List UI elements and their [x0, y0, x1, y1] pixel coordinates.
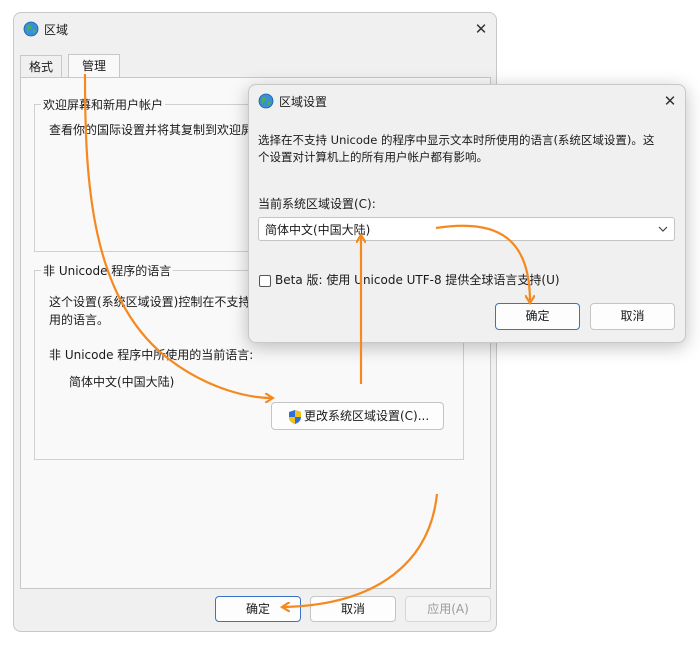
dialog-cancel-button[interactable]: 取消 — [590, 303, 675, 330]
dialog-title: 区域设置 — [279, 95, 328, 109]
change-system-locale-button[interactable]: 更改系统区域设置(C)... — [271, 402, 444, 430]
dialog-description-line1: 选择在不支持 Unicode 的程序中显示文本时所使用的语言(系统区域设置)。这 — [258, 133, 655, 147]
change-button-label: 更改系统区域设置(C)... — [304, 409, 430, 423]
nonunicode-description-line2: 用的语言。 — [49, 313, 110, 327]
ok-label: 确定 — [245, 602, 270, 616]
dialog-description-line2: 个设置对计算机上的所有用户帐户都有影响。 — [258, 150, 488, 164]
ok-button[interactable]: 确定 — [215, 596, 301, 622]
dialog-ok-label: 确定 — [525, 309, 550, 323]
tab-format[interactable]: 格式 — [20, 55, 62, 77]
globe-icon — [258, 93, 274, 112]
close-icon[interactable]: ✕ — [655, 89, 685, 113]
apply-button: 应用(A) — [405, 596, 491, 622]
tab-label: 管理 — [81, 59, 106, 73]
current-language-label: 非 Unicode 程序中所使用的当前语言: — [49, 348, 254, 362]
dialog-titlebar: 区域设置 ✕ — [249, 85, 685, 117]
globe-icon — [23, 21, 39, 40]
beta-utf8-checkbox[interactable] — [259, 275, 271, 287]
shield-icon — [288, 408, 302, 434]
apply-label: 应用(A) — [427, 602, 469, 616]
window-title: 区域 — [44, 23, 69, 37]
dialog-cancel-label: 取消 — [620, 309, 645, 323]
cancel-label: 取消 — [340, 602, 365, 616]
chevron-down-icon — [656, 220, 670, 241]
locale-label: 当前系统区域设置(C): — [258, 197, 376, 211]
region-settings-dialog: 区域设置 ✕ 选择在不支持 Unicode 的程序中显示文本时所使用的语言(系统… — [248, 84, 686, 343]
nonunicode-description-line1: 这个设置(系统区域设置)控制在不支持 — [49, 295, 251, 309]
close-icon[interactable]: ✕ — [466, 17, 496, 41]
cancel-button[interactable]: 取消 — [310, 596, 396, 622]
region-titlebar: 区域 ✕ — [14, 13, 496, 45]
locale-select-value: 简体中文(中国大陆) — [265, 223, 371, 237]
group-title: 欢迎屏幕和新用户帐户 — [41, 96, 166, 113]
group-title: 非 Unicode 程序的语言 — [41, 262, 174, 279]
current-language-value: 简体中文(中国大陆) — [69, 375, 175, 389]
locale-select[interactable]: 简体中文(中国大陆) — [258, 217, 675, 241]
dialog-ok-button[interactable]: 确定 — [495, 303, 580, 330]
tab-label: 格式 — [28, 60, 53, 74]
tab-admin[interactable]: 管理 — [68, 54, 120, 78]
beta-utf8-label: Beta 版: 使用 Unicode UTF-8 提供全球语言支持(U) — [275, 273, 560, 287]
welcome-description: 查看你的国际设置并将其复制到欢迎屏 — [49, 123, 254, 137]
